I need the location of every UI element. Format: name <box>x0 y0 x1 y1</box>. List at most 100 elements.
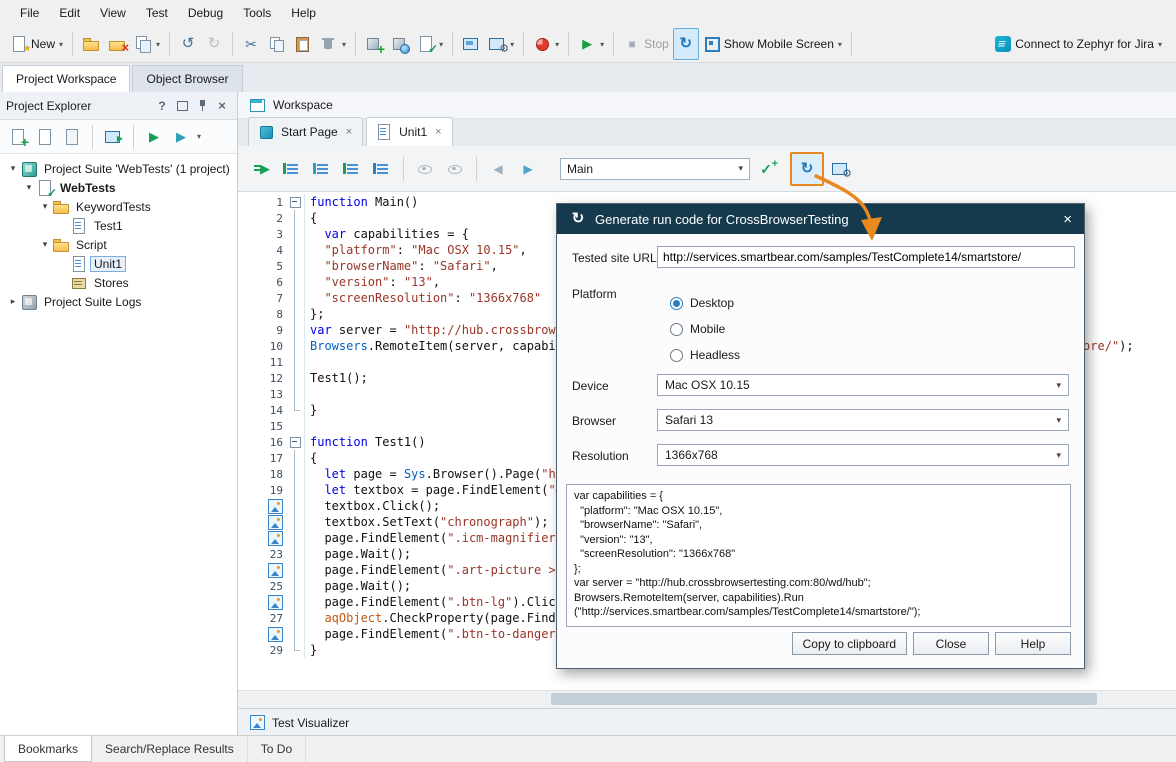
expander-open-icon[interactable]: ▾ <box>22 182 36 193</box>
add-web-testing-button[interactable] <box>387 28 413 60</box>
eye-1-button[interactable] <box>411 155 439 183</box>
tab-project-workspace[interactable]: Project Workspace <box>2 65 130 92</box>
tab-close-icon[interactable]: × <box>346 126 352 138</box>
explorer-help-button[interactable] <box>153 97 171 115</box>
expander-open-icon[interactable]: ▾ <box>38 201 52 212</box>
visualizer-frame-icon[interactable] <box>268 499 283 514</box>
routine-combo[interactable]: Main▾ <box>560 158 750 180</box>
menu-debug[interactable]: Debug <box>178 2 233 24</box>
radio-desktop-icon[interactable] <box>670 297 683 310</box>
editor-tab-unit1[interactable]: Unit1× <box>366 117 452 146</box>
editor-options-button[interactable] <box>826 155 854 183</box>
tree-item-test1[interactable]: Test1 <box>0 216 237 235</box>
undo-button[interactable] <box>175 28 201 60</box>
editor-tab-start-page[interactable]: Start Page× <box>248 117 363 146</box>
record-options-button[interactable]: ▾ <box>484 28 518 60</box>
fold-marker[interactable] <box>286 194 304 210</box>
menu-file[interactable]: File <box>10 2 49 24</box>
add-new-item-button[interactable] <box>361 28 387 60</box>
debug-routine-button[interactable] <box>368 155 396 183</box>
bottom-tab-to-do[interactable]: To Do <box>248 736 306 762</box>
fold-marker[interactable] <box>286 434 304 450</box>
browser-combo[interactable]: Safari 13 ▾ <box>657 409 1069 431</box>
run-selected-button[interactable] <box>338 155 366 183</box>
visualizer-frame-icon[interactable] <box>268 595 283 610</box>
close-project-button[interactable] <box>104 28 130 60</box>
bottom-tab-search-replace-results[interactable]: Search/Replace Results <box>92 736 248 762</box>
run-script-routine-dropdown-arrow[interactable]: ▾ <box>197 132 201 141</box>
zephyr-button[interactable]: Connect to Zephyr for Jira▾ <box>990 28 1166 60</box>
menu-tools[interactable]: Tools <box>233 2 281 24</box>
visualizer-frame-icon[interactable] <box>268 563 283 578</box>
run-keyword-test-button[interactable] <box>142 125 166 149</box>
dialog-close-icon[interactable]: × <box>1063 211 1072 228</box>
new-button[interactable]: New▾ <box>6 28 67 60</box>
open-item-button[interactable] <box>60 125 84 149</box>
menu-view[interactable]: View <box>90 2 136 24</box>
visualizer-frame-icon[interactable] <box>268 515 283 530</box>
copy-to-clipboard-button[interactable]: Copy to clipboard <box>792 632 907 655</box>
close-button[interactable]: Close <box>913 632 989 655</box>
tree-item-script[interactable]: ▾Script <box>0 235 237 254</box>
record-test-button[interactable] <box>458 28 484 60</box>
run-to-line-button[interactable] <box>278 155 306 183</box>
tab-object-browser[interactable]: Object Browser <box>132 65 242 92</box>
tested-site-url-input[interactable] <box>657 246 1075 268</box>
run-script-routine-button[interactable] <box>169 125 193 149</box>
add-existing-item-button[interactable] <box>33 125 57 149</box>
checkpoint-button[interactable]: ▾ <box>413 28 447 60</box>
menu-edit[interactable]: Edit <box>49 2 90 24</box>
horizontal-scrollbar[interactable] <box>238 690 1176 708</box>
navigate-back-button[interactable] <box>484 155 512 183</box>
copy-button[interactable] <box>264 28 290 60</box>
data-generator-button[interactable]: ▾ <box>529 28 563 60</box>
tree-item-project-suite-logs[interactable]: ▸Project Suite Logs <box>0 292 237 311</box>
expander-open-icon[interactable]: ▾ <box>38 239 52 250</box>
redo-button[interactable] <box>201 28 227 60</box>
expander-open-icon[interactable]: ▾ <box>6 163 20 174</box>
open-project-button[interactable] <box>78 28 104 60</box>
expander-closed-icon[interactable]: ▸ <box>6 296 20 307</box>
test-visualizer-bar[interactable]: Test Visualizer <box>238 708 1176 736</box>
resolution-combo[interactable]: 1366x768 ▾ <box>657 444 1069 466</box>
show-mobile-screen-button[interactable]: Show Mobile Screen▾ <box>699 28 846 60</box>
tree-item-project-suite-webtests-1-project[interactable]: ▾Project Suite 'WebTests' (1 project) <box>0 159 237 178</box>
cut-button[interactable] <box>238 28 264 60</box>
device-combo[interactable]: Mac OSX 10.15 ▾ <box>657 374 1069 396</box>
bottom-tab-bookmarks[interactable]: Bookmarks <box>4 736 92 762</box>
run-test-button[interactable]: ▾ <box>574 28 608 60</box>
generate-cbt-run-code-button[interactable] <box>790 152 824 186</box>
stop-button[interactable]: Stop <box>619 28 673 60</box>
new-item-button[interactable] <box>6 125 30 149</box>
run-current-routine-button[interactable] <box>248 155 276 183</box>
tree-item-keywordtests[interactable]: ▾KeywordTests <box>0 197 237 216</box>
menu-test[interactable]: Test <box>136 2 178 24</box>
save-all-button[interactable]: ▾ <box>130 28 164 60</box>
platform-option-desktop[interactable]: Desktop <box>670 296 740 310</box>
horizontal-scrollbar-thumb[interactable] <box>551 693 1097 705</box>
platform-option-headless[interactable]: Headless <box>670 348 740 362</box>
radio-mobile-icon[interactable] <box>670 323 683 336</box>
tree-item-webtests[interactable]: ▾WebTests <box>0 178 237 197</box>
explorer-float-button[interactable] <box>173 97 191 115</box>
eye-2-button[interactable] <box>441 155 469 183</box>
platform-option-mobile[interactable]: Mobile <box>670 322 740 336</box>
tree-item-stores[interactable]: Stores <box>0 273 237 292</box>
explorer-close-button[interactable] <box>213 97 231 115</box>
run-keyword-list-button[interactable] <box>308 155 336 183</box>
tab-close-icon[interactable]: × <box>435 126 441 138</box>
visualizer-frame-icon[interactable] <box>268 531 283 546</box>
visualizer-frame-icon[interactable] <box>268 627 283 642</box>
tree-item-unit1[interactable]: Unit1 <box>0 254 237 273</box>
radio-headless-icon[interactable] <box>670 349 683 362</box>
menu-help[interactable]: Help <box>281 2 326 24</box>
navigate-forward-button[interactable] <box>514 155 542 183</box>
cbt-panel-button[interactable] <box>673 28 699 60</box>
show-object-button[interactable] <box>101 125 125 149</box>
paste-button[interactable] <box>290 28 316 60</box>
add-checkpoint-button[interactable] <box>752 155 780 183</box>
explorer-pin-button[interactable] <box>193 97 211 115</box>
dialog-title-bar[interactable]: Generate run code for CrossBrowserTestin… <box>557 204 1084 234</box>
delete-button[interactable]: ▾ <box>316 28 350 60</box>
help-button[interactable]: Help <box>995 632 1071 655</box>
